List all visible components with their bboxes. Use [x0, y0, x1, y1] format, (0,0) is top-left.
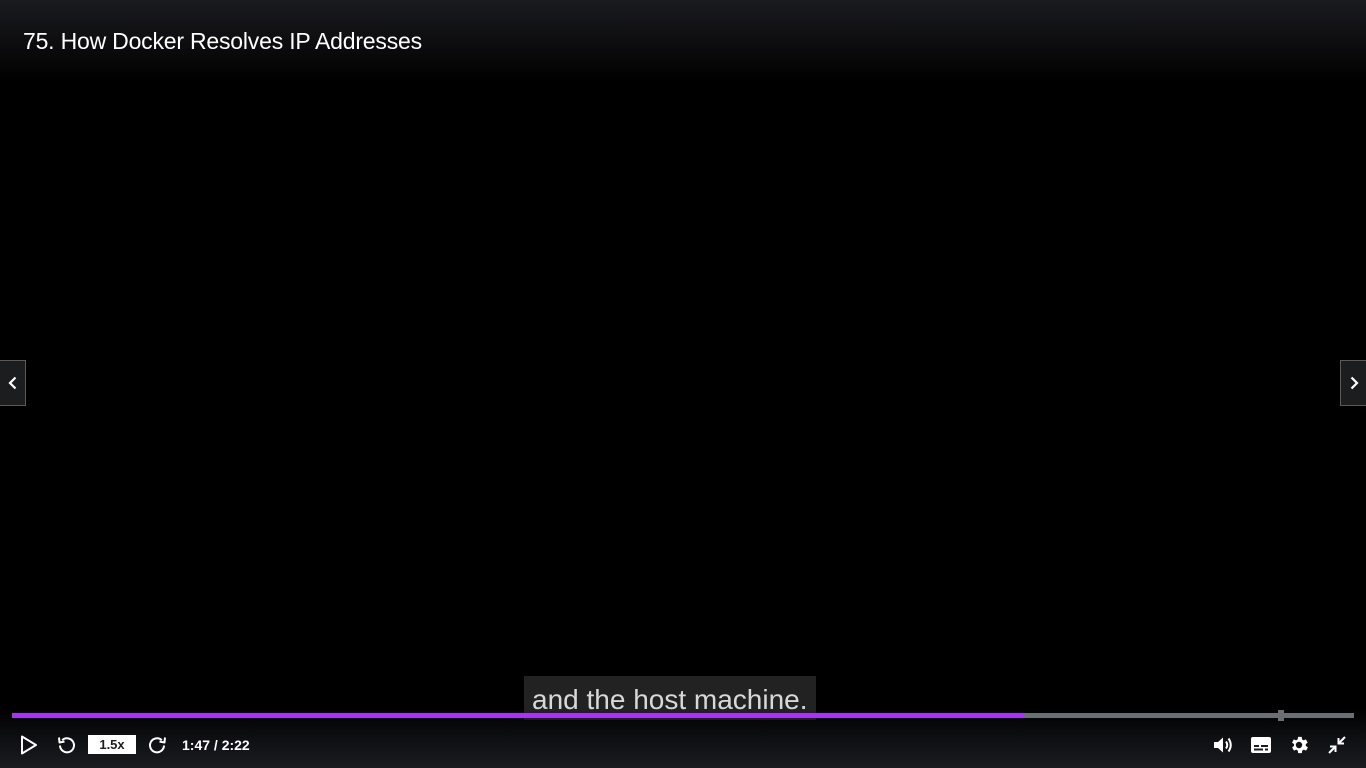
- progress-fill: [12, 713, 1024, 718]
- captions-button[interactable]: [1249, 733, 1273, 757]
- volume-icon: [1214, 737, 1232, 753]
- next-lecture-button[interactable]: [1340, 360, 1366, 406]
- play-button[interactable]: [18, 733, 40, 757]
- title-bar: 75. How Docker Resolves IP Addresses: [0, 0, 1366, 82]
- forward-button[interactable]: [146, 733, 168, 757]
- forward-5-icon: [149, 737, 166, 754]
- chevron-left-icon: [7, 376, 16, 390]
- captions-icon: [1251, 737, 1271, 753]
- progress-bar[interactable]: [12, 710, 1354, 721]
- exit-fullscreen-button[interactable]: [1326, 733, 1348, 757]
- video-player[interactable]: 75. How Docker Resolves IP Addresses and…: [0, 0, 1366, 768]
- rewind-5-icon: [58, 737, 75, 754]
- chevron-right-icon: [1350, 376, 1359, 390]
- volume-button[interactable]: [1211, 733, 1235, 757]
- previous-lecture-button[interactable]: [0, 360, 26, 406]
- rewind-button[interactable]: [56, 733, 78, 757]
- playback-speed-button[interactable]: 1.5x: [88, 735, 136, 754]
- progress-marker: [1278, 710, 1284, 721]
- video-title: 75. How Docker Resolves IP Addresses: [23, 28, 422, 54]
- time-display: 1:47 / 2:22: [182, 737, 250, 753]
- exit-fullscreen-icon: [1328, 736, 1346, 754]
- play-icon: [21, 735, 37, 755]
- settings-button[interactable]: [1287, 733, 1311, 757]
- gear-icon: [1292, 736, 1308, 754]
